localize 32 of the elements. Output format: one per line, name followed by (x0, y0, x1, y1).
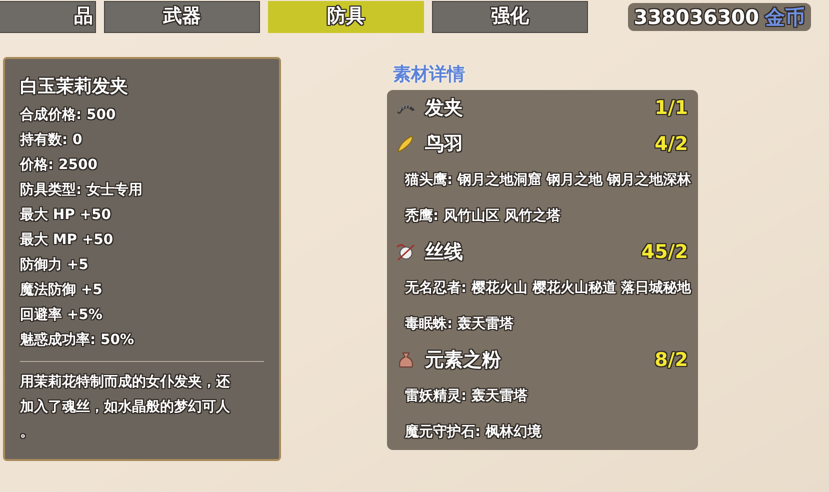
coin-amount: 338036300 (634, 4, 759, 30)
material-count: 1/1 (654, 96, 688, 121)
material-count: 4/2 (654, 132, 688, 157)
materials-title: 素材详情 (393, 63, 466, 87)
item-stat: 最大 MP +50 (20, 231, 114, 250)
tab[interactable]: 强化 (432, 0, 588, 32)
item-stat: 价格: 2500 (20, 156, 98, 175)
material-name: 鸟羽 (425, 132, 463, 157)
item-stat: 合成价格: 500 (20, 106, 117, 125)
tab[interactable]: 武器 (104, 0, 260, 32)
material-source: 毒眠蛛: 轰天雷塔 (404, 314, 514, 334)
item-stat: 回避率 +5% (20, 306, 104, 325)
item-stat: 防御力 +5 (20, 256, 90, 275)
material-name: 丝线 (425, 240, 463, 265)
item-description: 用茉莉花特制而成的女仆发夹，还加入了魂丝，如水晶般的梦幻可人。 (20, 373, 231, 442)
material-source: 雷妖精灵: 轰天雷塔 (404, 386, 528, 406)
item-stat: 防具类型: 女士专用 (20, 181, 144, 200)
tab[interactable]: 品 (0, 0, 96, 32)
material-count: 8/2 (654, 348, 688, 373)
material-source: 魔元守护石: 枫林幻境 (404, 422, 542, 442)
item-stat: 魔法防御 +5 (20, 280, 104, 300)
item-stat: 最大 HP +50 (20, 206, 112, 225)
pouch-icon (396, 350, 416, 370)
material-count: 45/2 (641, 240, 688, 265)
material-name: 发夹 (425, 96, 463, 121)
currency-unit: 金币 (765, 4, 805, 30)
item-stat: 魅惑成功率: 50% (20, 330, 135, 350)
material-name: 元素之粉 (425, 348, 501, 373)
item-name: 白玉茉莉发夹 (20, 75, 129, 99)
item-stat: 持有数: 0 (20, 131, 84, 150)
thread-spool-icon (395, 241, 417, 263)
material-source: 秃鹰: 风竹山区 风竹之塔 (404, 206, 562, 226)
